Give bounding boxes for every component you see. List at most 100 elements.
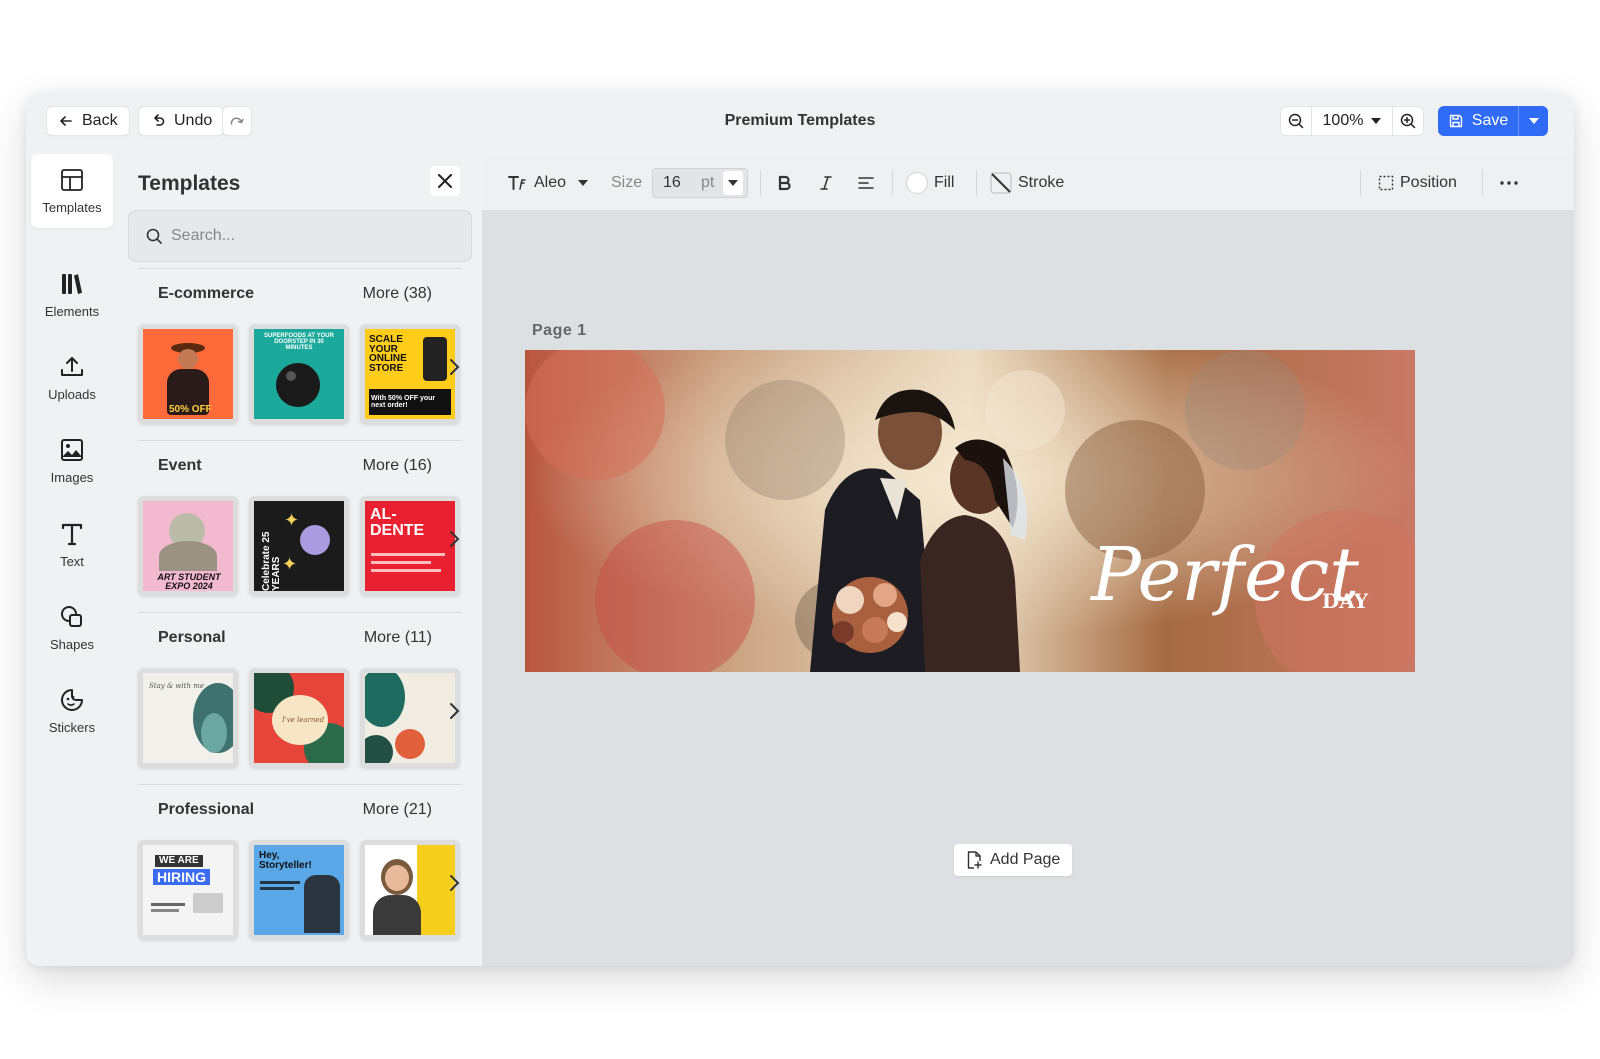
category-name: Event xyxy=(158,457,202,474)
rail-item-uploads[interactable]: Uploads xyxy=(31,341,113,415)
category-more-link[interactable]: More (38) xyxy=(363,285,432,303)
template-thumbnail[interactable]: AL-DENTE xyxy=(360,496,460,596)
sticker-icon xyxy=(61,689,83,711)
template-row: WE ARE HIRING Hey, Storyteller! xyxy=(138,832,462,940)
category-ecommerce: E-commerce More (38) 50% OFF SUPERFOODS … xyxy=(138,268,462,424)
rail-item-label: Elements xyxy=(44,304,100,319)
save-options-button[interactable] xyxy=(1518,106,1548,136)
category-more-link[interactable]: More (11) xyxy=(364,629,432,647)
chevron-right-icon[interactable] xyxy=(448,874,460,892)
caret-down-icon xyxy=(1371,118,1382,124)
category-header: Personal More (11) xyxy=(138,612,462,660)
editor-area: Aleo Size 16 pt Fill Stroke Position Pag… xyxy=(482,154,1574,966)
close-panel-button[interactable] xyxy=(430,166,460,196)
redo-button[interactable] xyxy=(222,106,252,136)
undo-button[interactable]: Undo xyxy=(138,106,225,136)
fill-button[interactable]: Fill xyxy=(906,168,954,198)
bold-icon xyxy=(778,175,791,191)
template-thumbnail[interactable]: 50% OFF xyxy=(138,324,238,424)
save-button[interactable]: Save xyxy=(1438,106,1518,136)
divider xyxy=(1482,170,1483,196)
template-thumbnail[interactable]: Hey, Storyteller! xyxy=(249,840,349,940)
image-icon xyxy=(61,439,83,461)
rail-item-label: Images xyxy=(50,470,94,485)
template-thumbnail[interactable]: SCALE YOUR ONLINE STORE With 50% OFF you… xyxy=(360,324,460,424)
font-icon xyxy=(508,176,526,190)
rail-item-images[interactable]: Images xyxy=(31,424,113,498)
caret-down-icon xyxy=(578,180,589,186)
stroke-label: Stroke xyxy=(1018,174,1065,191)
divider xyxy=(892,170,893,196)
template-text: SUPERFOODS AT YOUR DOORSTEP IN 30 MINUTE… xyxy=(264,333,334,351)
caret-down-icon xyxy=(728,180,738,186)
caret-down-icon xyxy=(1528,118,1539,124)
template-text: Hey, Storyteller! xyxy=(259,850,312,871)
rail-item-templates[interactable]: Templates xyxy=(31,154,113,228)
search-input[interactable] xyxy=(171,227,451,245)
rail-item-label: Text xyxy=(60,554,84,569)
headline-caps: DAY xyxy=(1322,589,1369,613)
bold-button[interactable] xyxy=(778,168,792,198)
back-button[interactable]: Back xyxy=(46,106,130,136)
align-button[interactable] xyxy=(858,168,874,198)
italic-button[interactable] xyxy=(820,168,832,198)
font-size-value: 16 xyxy=(663,174,681,191)
italic-icon xyxy=(820,176,832,190)
divider xyxy=(1360,170,1361,196)
zoom-select[interactable]: 100% xyxy=(1311,107,1393,135)
align-left-icon xyxy=(858,177,874,189)
wedding-artwork: Perfect DAY xyxy=(525,350,1415,672)
template-text: I've learned xyxy=(282,716,325,724)
panel-title: Templates xyxy=(138,172,241,195)
zoom-in-icon xyxy=(1400,113,1416,129)
template-thumbnail[interactable]: SUPERFOODS AT YOUR DOORSTEP IN 30 MINUTE… xyxy=(249,324,349,424)
position-button[interactable]: Position xyxy=(1378,168,1457,198)
zoom-control: 100% xyxy=(1280,106,1424,136)
category-name: E-commerce xyxy=(158,285,255,302)
back-label: Back xyxy=(82,112,118,129)
template-thumbnail[interactable] xyxy=(360,668,460,768)
template-thumbnail[interactable]: Celebrate 25 YEARS ✦ ✦ xyxy=(249,496,349,596)
category-personal: Personal More (11) Stay & with me I've l… xyxy=(138,612,462,768)
chevron-right-icon[interactable] xyxy=(448,702,460,720)
category-more-link[interactable]: More (21) xyxy=(363,801,432,819)
zoom-out-button[interactable] xyxy=(1281,107,1311,135)
zoom-out-icon xyxy=(1288,113,1304,129)
design-canvas[interactable]: Perfect DAY xyxy=(525,350,1415,672)
template-row: ART STUDENT EXPO 2024 Celebrate 25 YEARS… xyxy=(138,488,462,596)
layout-icon xyxy=(61,169,83,191)
category-name: Personal xyxy=(158,629,226,646)
template-thumbnail[interactable]: I've learned xyxy=(249,668,349,768)
zoom-in-button[interactable] xyxy=(1393,107,1423,135)
template-row: Stay & with me I've learned xyxy=(138,660,462,768)
rail-item-elements[interactable]: Elements xyxy=(31,258,113,332)
template-thumbnail[interactable]: ART STUDENT EXPO 2024 xyxy=(138,496,238,596)
more-options-button[interactable] xyxy=(1500,168,1518,198)
font-select[interactable]: Aleo xyxy=(508,168,589,198)
font-size-input[interactable]: 16 pt xyxy=(652,168,748,198)
template-subtext: With 50% OFF your next order! xyxy=(371,395,436,409)
category-more-link[interactable]: More (16) xyxy=(363,457,432,475)
undo-icon xyxy=(154,114,165,126)
add-page-button[interactable]: Add Page xyxy=(954,844,1073,876)
rail-item-text[interactable]: Text xyxy=(31,508,113,582)
shapes-icon xyxy=(61,606,82,627)
rail-item-stickers[interactable]: Stickers xyxy=(31,674,113,748)
font-size-dropdown[interactable] xyxy=(723,171,743,195)
zoom-value: 100% xyxy=(1322,112,1364,129)
rail-item-label: Stickers xyxy=(48,720,96,735)
template-text: AL-DENTE xyxy=(370,506,425,539)
category-header: Professional More (21) xyxy=(138,784,462,832)
chevron-right-icon[interactable] xyxy=(448,358,460,376)
template-thumbnail[interactable]: Stay & with me xyxy=(138,668,238,768)
template-thumbnail[interactable]: WE ARE HIRING xyxy=(138,840,238,940)
font-name: Aleo xyxy=(534,174,567,191)
fill-swatch xyxy=(906,172,928,194)
left-rail: Templates Elements Uploads Images Text S… xyxy=(26,154,118,966)
template-text: Stay & with me xyxy=(149,682,204,690)
rail-item-shapes[interactable]: Shapes xyxy=(31,591,113,665)
stroke-button[interactable]: Stroke xyxy=(990,168,1064,198)
chevron-right-icon[interactable] xyxy=(448,530,460,548)
template-text: Celebrate 25 YEARS xyxy=(261,531,282,591)
template-thumbnail[interactable] xyxy=(360,840,460,940)
